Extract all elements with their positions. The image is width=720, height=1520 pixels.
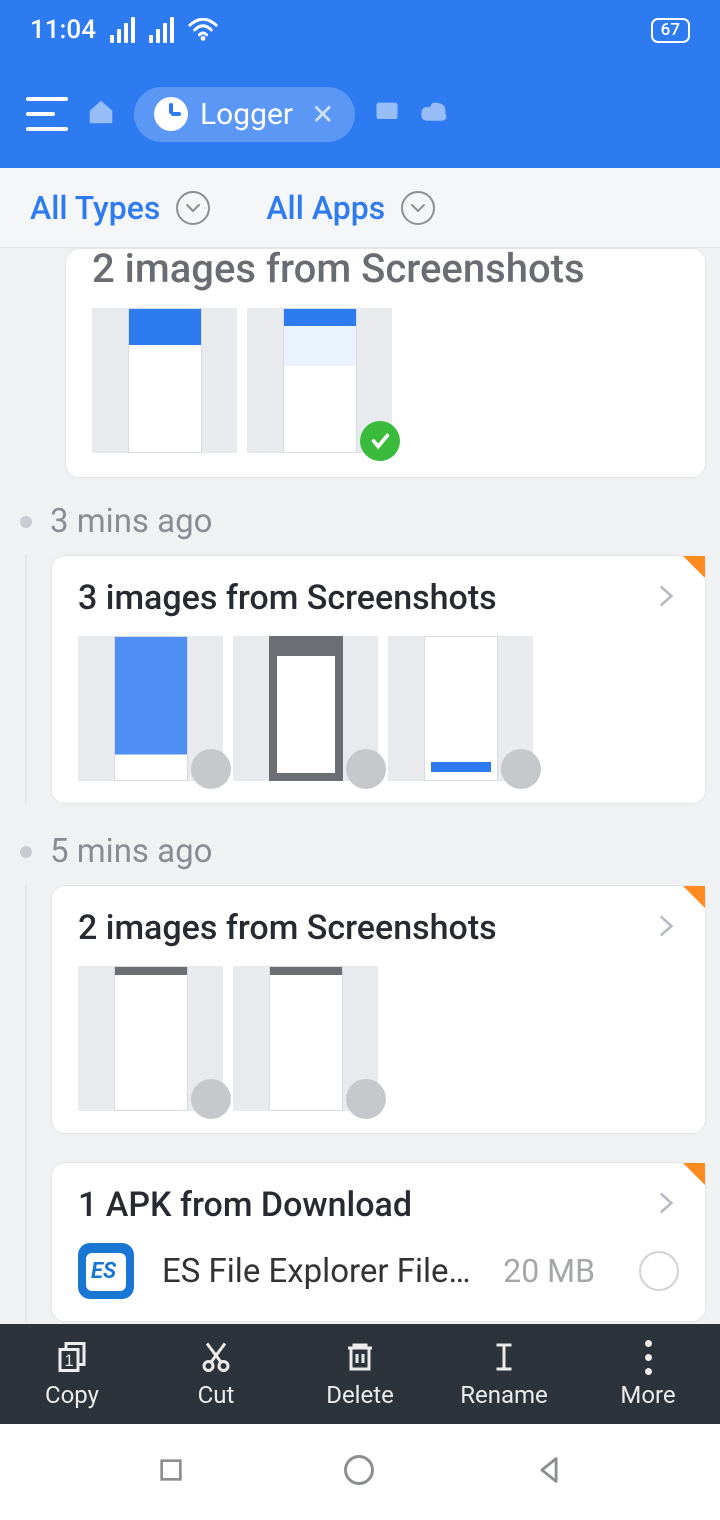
tab-logger[interactable]: Logger ✕ [134,87,355,142]
log-card[interactable]: 1 APK from Download ES ES File Explorer … [51,1162,706,1322]
thumbnail[interactable] [388,636,533,781]
thumbnail[interactable] [233,636,378,781]
select-circle[interactable] [191,1079,231,1119]
action-label: Delete [326,1381,394,1409]
battery-icon: 67 [651,18,690,43]
arrow-right-icon [653,913,679,943]
select-circle[interactable] [191,749,231,789]
app-icon: ES [78,1243,134,1299]
window-icon[interactable] [373,98,401,130]
arrow-right-icon [653,583,679,613]
copy-button[interactable]: 1 Copy [0,1324,144,1424]
home-icon[interactable] [86,97,116,131]
select-circle[interactable] [346,1079,386,1119]
time-label: 3 mins ago [50,502,212,541]
action-label: More [620,1381,675,1409]
thumbnail[interactable] [78,966,223,1111]
log-card[interactable]: 3 images from Screenshots [51,555,706,804]
card-title: 3 images from Screenshots [78,578,497,618]
select-circle[interactable] [639,1251,679,1291]
status-bar: 11:04 67 [0,0,720,60]
more-button[interactable]: More [576,1324,720,1424]
action-label: Rename [460,1381,548,1409]
log-card[interactable]: 2 images from Screenshots [51,885,706,1134]
file-name: ES File Explorer File Ma… [162,1252,475,1291]
card-title: 2 images from Screenshots [92,248,679,292]
thumbnail[interactable] [247,308,392,453]
app-bar: Logger ✕ [0,60,720,168]
filter-types[interactable]: All Types [30,189,210,227]
thumbnail[interactable] [78,636,223,781]
status-time: 11:04 [30,15,96,45]
content-scroll[interactable]: 2 images from Screenshots 3 mins ago 3 i… [0,248,720,1324]
nav-home-button[interactable] [341,1452,377,1492]
time-marker: 5 mins ago [14,832,706,871]
action-bar: 1 Copy Cut Delete Rename More [0,1324,720,1424]
filter-bar: All Types All Apps [0,168,720,248]
system-nav-bar [0,1424,720,1520]
file-size: 20 MB [503,1252,595,1290]
close-tab-icon[interactable]: ✕ [311,98,334,131]
action-label: Cut [198,1381,235,1409]
time-label: 5 mins ago [50,832,212,871]
log-card[interactable]: 2 images from Screenshots [65,248,706,478]
filter-types-label: All Types [30,189,160,227]
svg-text:1: 1 [65,1352,74,1370]
chevron-down-icon [401,191,435,225]
tab-label: Logger [200,97,293,132]
card-title: 2 images from Screenshots [78,908,497,948]
signal-2-icon [149,17,174,43]
file-row[interactable]: ES ES File Explorer File Ma… 20 MB [78,1243,679,1299]
menu-button[interactable] [26,97,68,131]
filter-apps[interactable]: All Apps [266,189,435,227]
more-icon [645,1340,652,1375]
wifi-icon [188,18,218,42]
check-icon [360,421,400,461]
signal-1-icon [110,17,135,43]
nav-recent-button[interactable] [155,1454,187,1490]
clock-icon [154,97,188,131]
cut-button[interactable]: Cut [144,1324,288,1424]
thumbnail[interactable] [92,308,237,453]
filter-apps-label: All Apps [266,189,385,227]
select-circle[interactable] [501,749,541,789]
thumbnail[interactable] [233,966,378,1111]
delete-button[interactable]: Delete [288,1324,432,1424]
rename-button[interactable]: Rename [432,1324,576,1424]
cloud-icon[interactable] [419,100,449,128]
arrow-right-icon [653,1190,679,1220]
chevron-down-icon [176,191,210,225]
nav-back-button[interactable] [532,1453,566,1491]
card-title: 1 APK from Download [78,1185,412,1225]
select-circle[interactable] [346,749,386,789]
action-label: Copy [45,1381,99,1409]
time-marker: 3 mins ago [14,502,706,541]
